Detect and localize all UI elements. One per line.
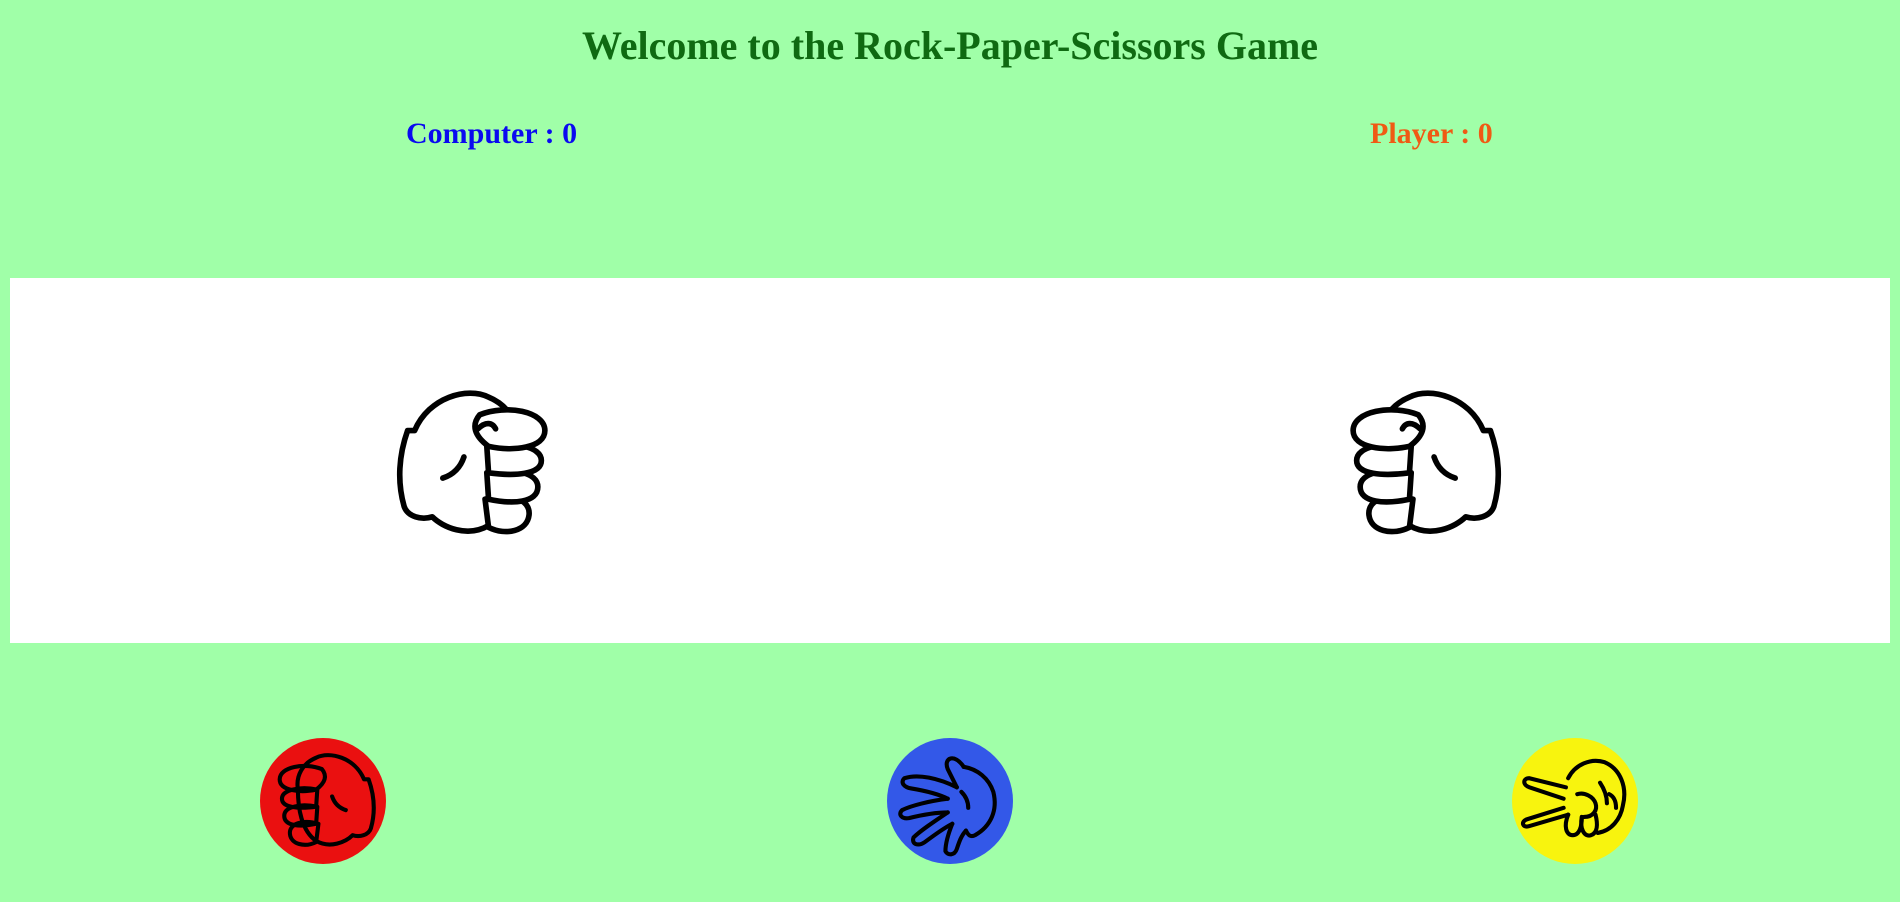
scissors-hand-icon <box>1518 744 1632 858</box>
player-rock-hand-icon <box>1332 376 1508 552</box>
game-arena <box>10 278 1890 643</box>
paper-hand-icon <box>893 744 1007 858</box>
computer-rock-hand-icon <box>390 376 566 552</box>
scissors-choice-button[interactable] <box>1512 738 1638 864</box>
rock-choice-button[interactable] <box>260 738 386 864</box>
page-title: Welcome to the Rock-Paper-Scissors Game <box>581 23 1319 68</box>
player-score: Player : 0 <box>1370 117 1493 150</box>
paper-choice-button[interactable] <box>887 738 1013 864</box>
rock-hand-icon <box>266 744 380 858</box>
computer-score: Computer : 0 <box>406 117 578 150</box>
